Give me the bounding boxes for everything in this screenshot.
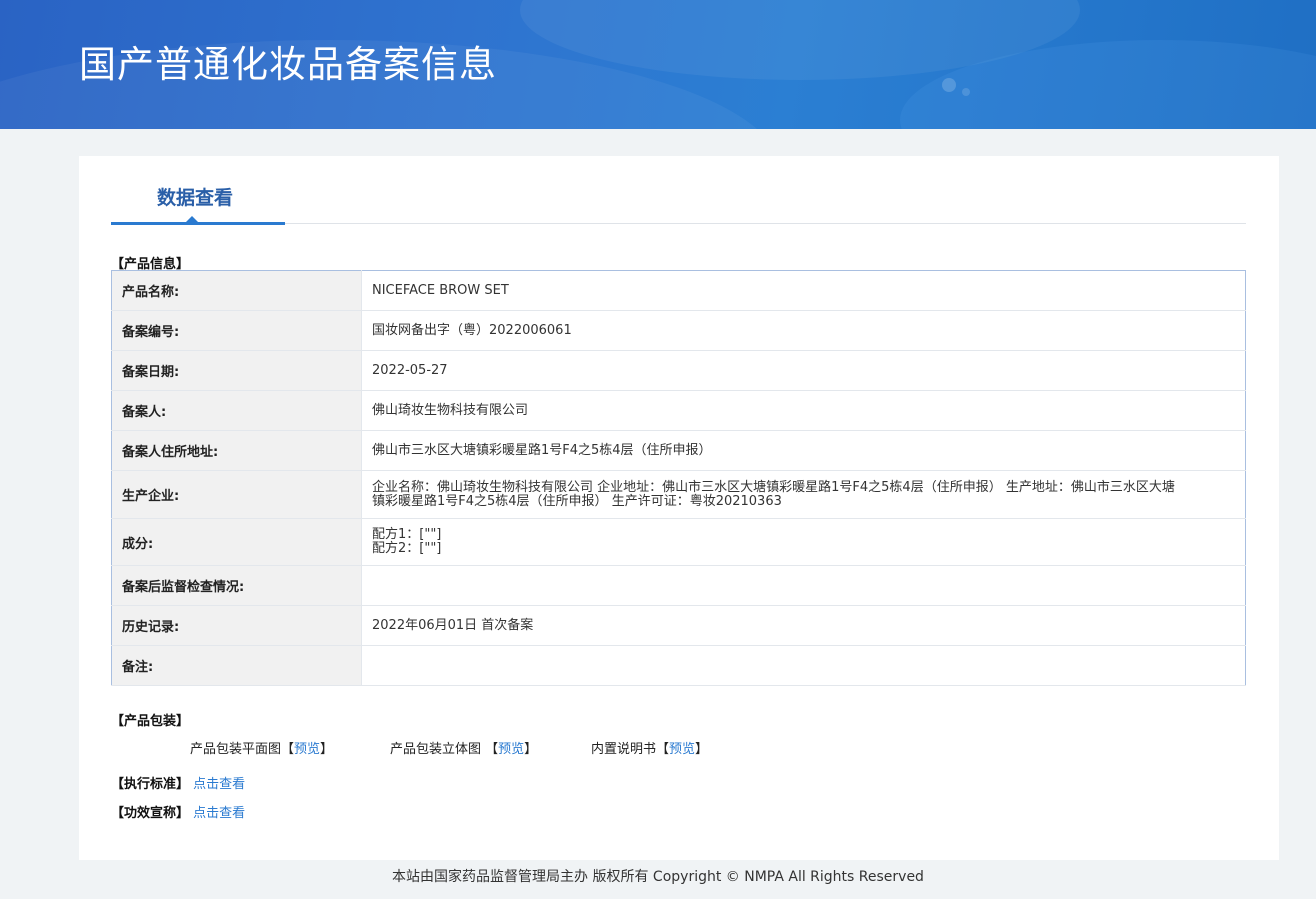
tab-caret-icon [186, 216, 198, 222]
table-row: 备案后监督检查情况: [111, 565, 1246, 606]
row-key: 备案日期: [111, 350, 362, 391]
table-row: 备注: [111, 645, 1246, 686]
row-key: 备案人: [111, 390, 362, 431]
package-flat-preview-link[interactable]: 预览 [294, 742, 320, 757]
manual-preview-link[interactable]: 预览 [669, 742, 695, 757]
header-banner: 国产普通化妆品备案信息 [0, 0, 1316, 129]
table-row: 备案人住所地址: 佛山市三水区大塘镇彩暖星路1号F4之5栋4层（住所申报） [111, 430, 1246, 471]
standard-label: 【执行标准】 [111, 777, 190, 792]
table-row: 备案编号: 国妆网备出字（粤）2022006061 [111, 310, 1246, 351]
row-key: 生产企业: [111, 470, 362, 519]
row-key: 备案编号: [111, 310, 362, 351]
manual-label: 内置说明书 [591, 742, 657, 757]
bracket: 】 [320, 742, 334, 757]
efficacy-label: 【功效宣称】 [111, 806, 190, 821]
product-name-value: NICEFACE BROW SET [361, 270, 1246, 311]
bracket: 】 [524, 742, 538, 757]
efficacy-view-link[interactable]: 点击查看 [193, 806, 245, 821]
registrant-value: 佛山琦妆生物科技有限公司 [361, 390, 1246, 431]
banner-decoration [962, 88, 970, 96]
packaging-title: 【产品包装】 [111, 714, 190, 729]
content-card: 数据查看 【产品信息】 产品名称: NICEFACE BROW SET 备案编号… [79, 156, 1279, 860]
row-key: 备案后监督检查情况: [111, 565, 362, 606]
formula-line: 配方2：[""] [372, 541, 442, 556]
record-number-value: 国妆网备出字（粤）2022006061 [361, 310, 1246, 351]
tab-data-view[interactable]: 数据查看 [157, 183, 233, 210]
row-key: 历史记录: [111, 605, 362, 646]
table-row: 备案人: 佛山琦妆生物科技有限公司 [111, 390, 1246, 431]
table-row: 生产企业: 企业名称：佛山琦妆生物科技有限公司 企业地址：佛山市三水区大塘镇彩暖… [111, 470, 1246, 519]
product-info-table: 产品名称: NICEFACE BROW SET 备案编号: 国妆网备出字（粤）2… [111, 270, 1246, 686]
standard-view-link[interactable]: 点击查看 [193, 777, 245, 792]
row-key: 备案人住所地址: [111, 430, 362, 471]
package-flat-item: 产品包装平面图【预览】 [190, 738, 333, 757]
manual-item: 内置说明书【预览】 [591, 738, 708, 757]
standard-row: 【执行标准】 点击查看 [111, 773, 245, 792]
table-row: 成分: 配方1：[""] 配方2：[""] [111, 518, 1246, 566]
registrant-address-value: 佛山市三水区大塘镇彩暖星路1号F4之5栋4层（住所申报） [361, 430, 1246, 471]
inspection-value [361, 565, 1246, 606]
efficacy-row: 【功效宣称】 点击查看 [111, 802, 245, 821]
bracket: 【 [281, 742, 295, 757]
footer-copyright: 本站由国家药品监督管理局主办 版权所有 Copyright © NMPA All… [392, 869, 924, 885]
ingredients-value: 配方1：[""] 配方2：[""] [361, 518, 1246, 566]
page-title: 国产普通化妆品备案信息 [79, 43, 497, 86]
table-row: 备案日期: 2022-05-27 [111, 350, 1246, 391]
manufacturer-value: 企业名称：佛山琦妆生物科技有限公司 企业地址：佛山市三水区大塘镇彩暖星路1号F4… [361, 470, 1246, 519]
bracket: 【 [656, 742, 670, 757]
package-3d-label: 产品包装立体图 [390, 742, 486, 757]
table-row: 产品名称: NICEFACE BROW SET [111, 270, 1246, 311]
row-key: 产品名称: [111, 270, 362, 311]
package-flat-label: 产品包装平面图 [190, 742, 282, 757]
table-row: 历史记录: 2022年06月01日 首次备案 [111, 605, 1246, 646]
bracket: 【 [485, 742, 499, 757]
banner-decoration [942, 78, 956, 92]
history-value: 2022年06月01日 首次备案 [361, 605, 1246, 646]
bracket: 】 [695, 742, 709, 757]
record-date-value: 2022-05-27 [361, 350, 1246, 391]
remarks-value [361, 645, 1246, 686]
package-3d-item: 产品包装立体图 【预览】 [390, 738, 537, 757]
formula-line: 配方1：[""] [372, 527, 442, 542]
package-3d-preview-link[interactable]: 预览 [498, 742, 524, 757]
tab-active-indicator [111, 222, 285, 225]
row-key: 备注: [111, 645, 362, 686]
row-key: 成分: [111, 518, 362, 566]
